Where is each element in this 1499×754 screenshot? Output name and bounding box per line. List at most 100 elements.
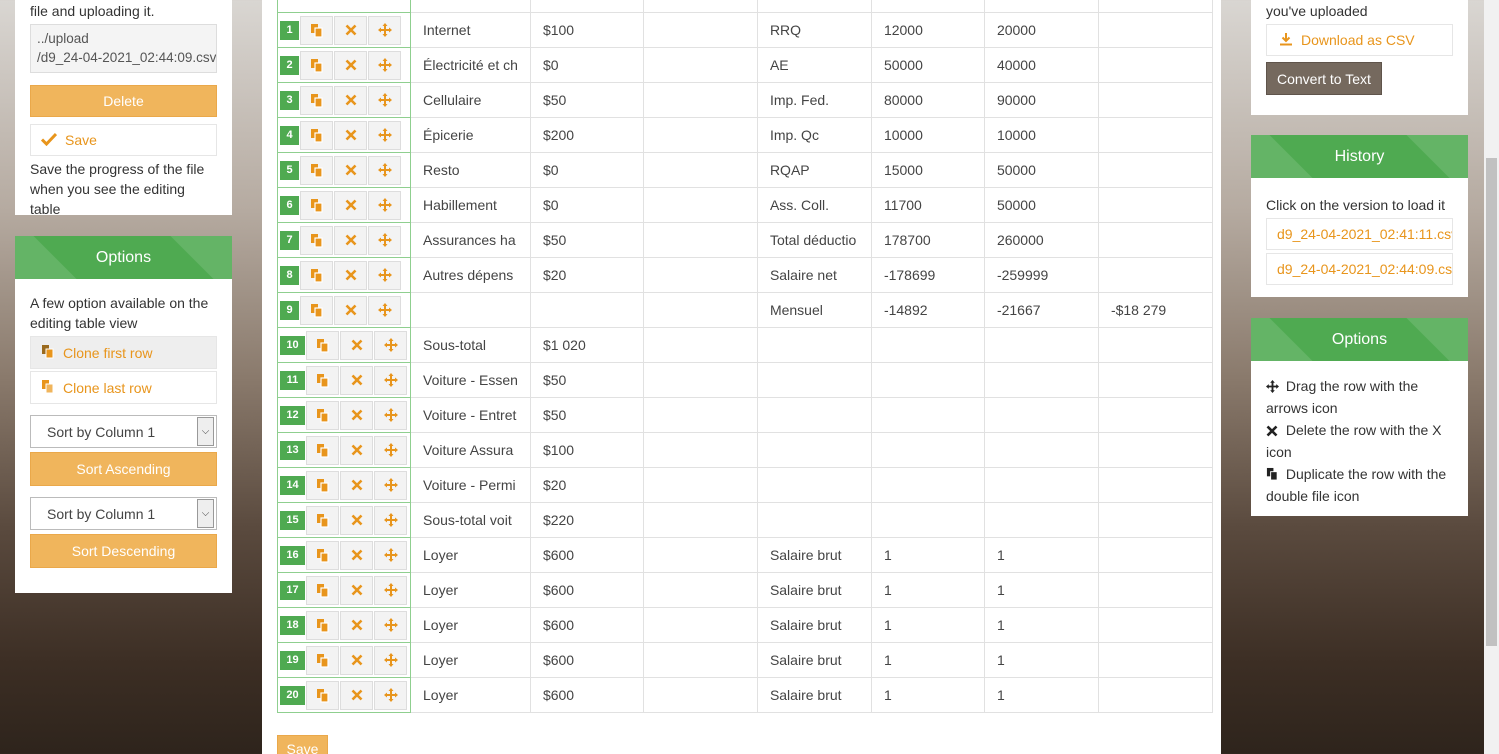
table-cell[interactable] — [1097, 432, 1213, 468]
table-cell[interactable] — [642, 467, 758, 503]
table-cell[interactable]: $600 — [529, 677, 644, 713]
table-cell[interactable]: Assurances ha — [410, 222, 531, 258]
table-cell[interactable] — [756, 432, 872, 468]
table-cell[interactable] — [983, 432, 1099, 468]
drag-row-handle[interactable] — [374, 330, 407, 360]
table-cell[interactable]: Ass. Coll. — [756, 187, 872, 223]
table-cell[interactable]: $600 — [529, 607, 644, 643]
drag-row-handle[interactable] — [374, 680, 407, 710]
table-cell[interactable] — [1097, 537, 1213, 573]
table-cell[interactable] — [642, 537, 758, 573]
table-cell[interactable] — [983, 362, 1099, 398]
table-cell[interactable]: -178699 — [870, 257, 985, 293]
table-cell[interactable] — [1097, 47, 1213, 83]
table-cell[interactable]: 178700 — [870, 222, 985, 258]
table-cell[interactable]: 10000 — [983, 117, 1099, 153]
sort-ascending-column-select[interactable]: Sort by Column 1 ⌵ — [30, 415, 217, 448]
table-cell[interactable]: $50 — [529, 397, 644, 433]
table-cell[interactable]: $0 — [529, 47, 644, 83]
table-cell[interactable]: Total déductio — [756, 222, 872, 258]
table-cell[interactable]: $1 020 — [529, 327, 644, 363]
drag-row-handle[interactable] — [368, 260, 401, 290]
table-cell[interactable]: -14892 — [870, 292, 985, 328]
drag-row-handle[interactable] — [374, 575, 407, 605]
table-cell[interactable] — [642, 187, 758, 223]
duplicate-row-button[interactable] — [300, 260, 333, 290]
table-cell[interactable] — [642, 257, 758, 293]
table-cell[interactable] — [410, 0, 531, 13]
table-cell[interactable] — [870, 432, 985, 468]
table-cell[interactable]: Imp. Qc — [756, 117, 872, 153]
drag-row-handle[interactable] — [374, 610, 407, 640]
table-cell[interactable]: Loyer — [410, 572, 531, 608]
table-cell[interactable]: 40000 — [983, 47, 1099, 83]
table-cell[interactable]: Loyer — [410, 537, 531, 573]
duplicate-row-button[interactable] — [306, 470, 339, 500]
table-cell[interactable] — [756, 467, 872, 503]
table-cell[interactable]: Cellulaire — [410, 82, 531, 118]
delete-row-button[interactable] — [334, 260, 367, 290]
duplicate-row-button[interactable] — [306, 575, 339, 605]
table-cell[interactable] — [642, 152, 758, 188]
table-cell[interactable]: 1 — [870, 537, 985, 573]
table-cell[interactable]: 11700 — [870, 187, 985, 223]
delete-row-button[interactable] — [334, 85, 367, 115]
table-cell[interactable] — [1097, 677, 1213, 713]
table-cell[interactable]: Resto — [410, 152, 531, 188]
table-cell[interactable] — [1097, 82, 1213, 118]
table-cell[interactable] — [642, 572, 758, 608]
table-cell[interactable] — [756, 362, 872, 398]
table-cell[interactable]: Salaire brut — [756, 572, 872, 608]
drag-row-handle[interactable] — [368, 85, 401, 115]
table-cell[interactable]: Salaire brut — [756, 677, 872, 713]
duplicate-row-button[interactable] — [300, 120, 333, 150]
table-cell[interactable]: Épicerie — [410, 117, 531, 153]
table-cell[interactable]: -21667 — [983, 292, 1099, 328]
convert-to-text-button[interactable]: Convert to Text — [1266, 62, 1382, 95]
duplicate-row-button[interactable] — [306, 435, 339, 465]
table-cell[interactable]: Loyer — [410, 607, 531, 643]
duplicate-row-button[interactable] — [306, 365, 339, 395]
table-cell[interactable]: Salaire brut — [756, 642, 872, 678]
table-cell[interactable]: Internet — [410, 12, 531, 48]
table-cell[interactable]: $20 — [529, 467, 644, 503]
table-cell[interactable]: AE — [756, 47, 872, 83]
table-cell[interactable]: RRQ — [756, 12, 872, 48]
table-cell[interactable] — [870, 467, 985, 503]
delete-row-button[interactable] — [340, 610, 373, 640]
table-cell[interactable] — [642, 607, 758, 643]
save-progress-button[interactable]: Save — [30, 124, 217, 156]
table-cell[interactable]: 12000 — [870, 12, 985, 48]
table-cell[interactable]: Sous-total voit — [410, 502, 531, 538]
delete-row-button[interactable] — [340, 645, 373, 675]
table-cell[interactable]: Autres dépens — [410, 257, 531, 293]
table-cell[interactable] — [1097, 0, 1213, 13]
table-cell[interactable] — [1097, 397, 1213, 433]
table-cell[interactable]: $50 — [529, 222, 644, 258]
table-cell[interactable] — [1097, 257, 1213, 293]
table-cell[interactable]: 20000 — [983, 12, 1099, 48]
table-cell[interactable] — [870, 362, 985, 398]
duplicate-row-button[interactable] — [306, 400, 339, 430]
table-cell[interactable] — [756, 0, 872, 13]
duplicate-row-button[interactable] — [306, 645, 339, 675]
table-cell[interactable]: 50000 — [983, 187, 1099, 223]
drag-row-handle[interactable] — [368, 190, 401, 220]
table-cell[interactable]: Salaire net — [756, 257, 872, 293]
table-cell[interactable] — [642, 12, 758, 48]
table-cell[interactable] — [756, 502, 872, 538]
table-cell[interactable] — [642, 502, 758, 538]
delete-row-button[interactable] — [334, 15, 367, 45]
table-cell[interactable] — [642, 397, 758, 433]
table-cell[interactable] — [1097, 572, 1213, 608]
drag-row-handle[interactable] — [368, 15, 401, 45]
table-cell[interactable]: $100 — [529, 12, 644, 48]
table-cell[interactable]: $0 — [529, 187, 644, 223]
delete-row-button[interactable] — [340, 470, 373, 500]
sort-descending-column-select[interactable]: Sort by Column 1 ⌵ — [30, 497, 217, 530]
table-cell[interactable] — [642, 222, 758, 258]
history-version-link[interactable]: d9_24-04-2021_02:44:09.csv — [1266, 253, 1453, 285]
table-cell[interactable] — [1097, 152, 1213, 188]
scrollbar-thumb[interactable] — [1486, 158, 1497, 646]
table-cell[interactable] — [870, 327, 985, 363]
